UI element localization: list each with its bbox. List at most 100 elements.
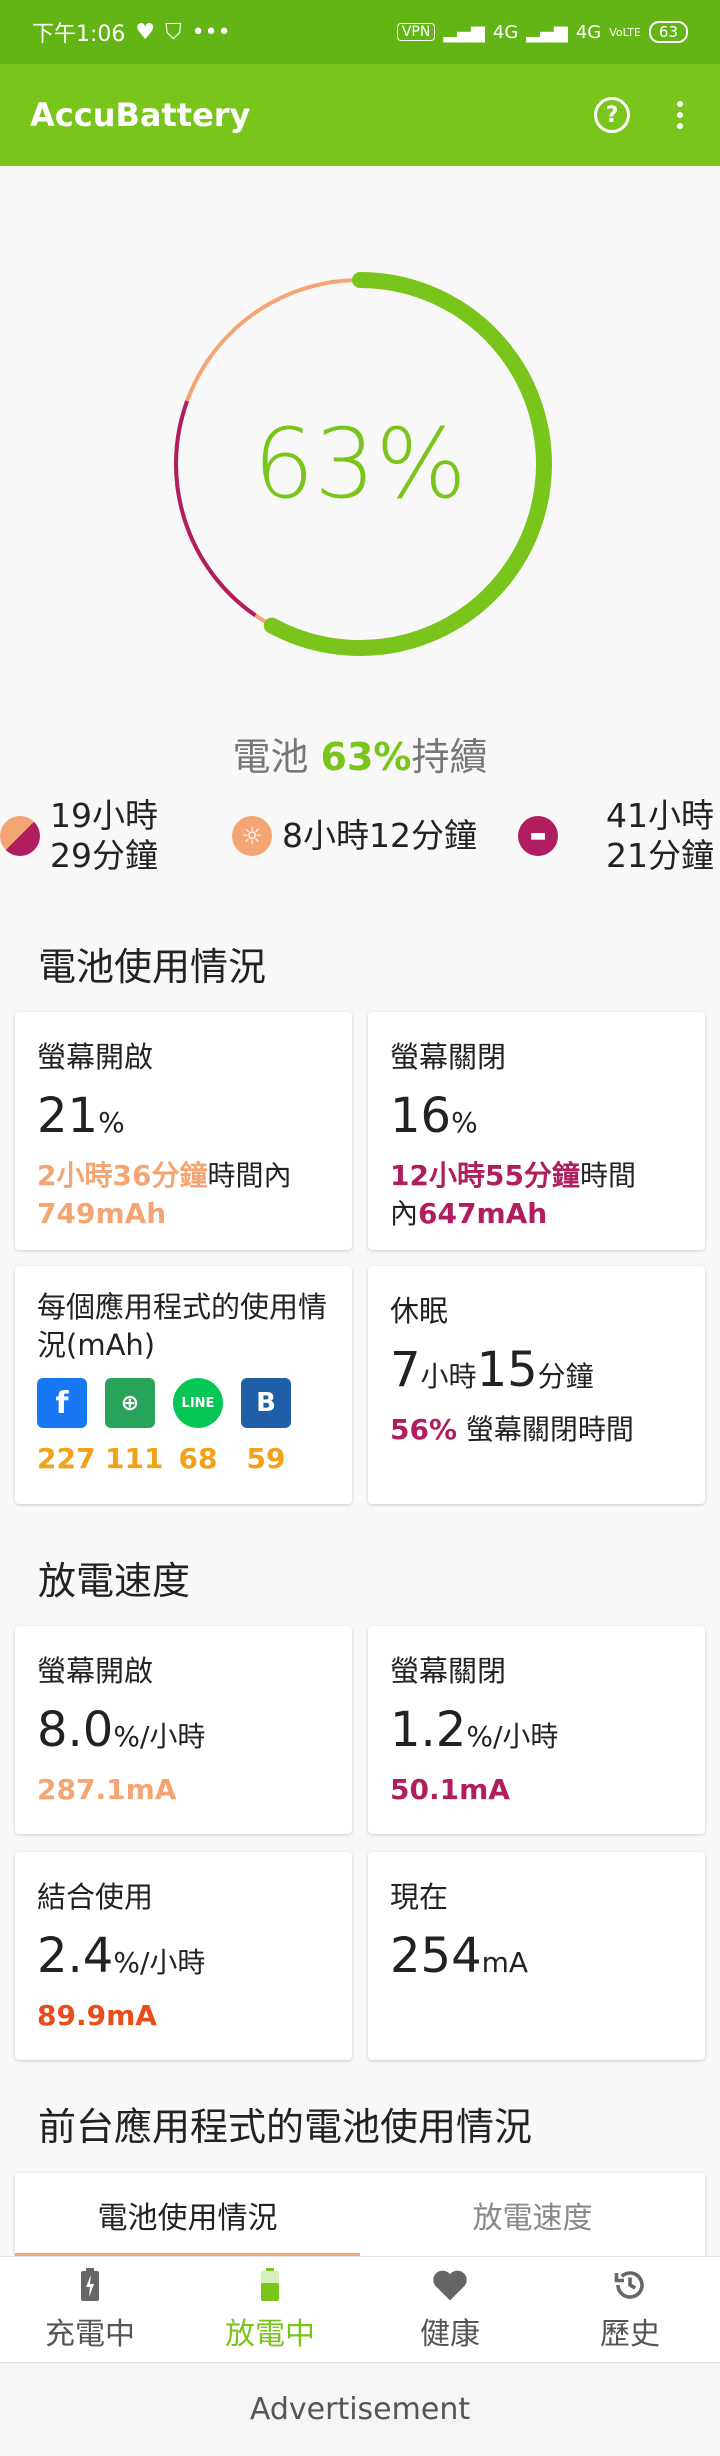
app-count: 68	[178, 1442, 218, 1475]
nav-history-label: 歷史	[600, 2316, 660, 2352]
shield-icon: ⛉	[165, 19, 182, 45]
usage-screen-off-detail: 12小時55分鐘時間 內647mAh	[390, 1157, 683, 1233]
usage-screen-on-within: 時間內	[207, 1159, 292, 1192]
facebook-icon: f	[37, 1378, 87, 1428]
speed-now-value: 254	[390, 1928, 482, 1984]
speed-now-value-row: 254mA	[390, 1928, 683, 1991]
usage-screen-off-within-1: 時間	[579, 1159, 636, 1192]
estimate-sleep-line1: 41小時	[606, 796, 714, 835]
app-bar: AccuBattery ?	[0, 64, 720, 166]
more-options-icon[interactable]	[670, 101, 690, 129]
usage-screen-off-value-row: 16%	[390, 1088, 683, 1151]
ptt-app-icon: ⊕	[105, 1378, 155, 1428]
sleep-hours: 7	[390, 1342, 421, 1398]
nav-charging[interactable]: 充電中	[0, 2257, 180, 2362]
volte-label: VoLTE	[609, 25, 641, 39]
sleep-value-row: 7小時15分鐘	[390, 1342, 683, 1405]
network-label-1: 4G	[492, 21, 519, 43]
battery-lasts-prefix: 電池	[232, 735, 321, 779]
battery-icon: 63	[648, 21, 688, 43]
speed-screen-off-ma: 50.1mA	[390, 1773, 510, 1806]
card-label: 休眠	[390, 1294, 449, 1328]
tab-discharge-speed[interactable]: 放電速度	[360, 2173, 705, 2256]
bed-icon: ▬	[518, 816, 558, 856]
usage-screen-on-value: 21	[37, 1088, 99, 1144]
card-label: 螢幕開啟	[37, 1040, 154, 1074]
card-label: 每個應用程式的使用情況(mAh)	[37, 1290, 328, 1362]
history-icon	[612, 2267, 648, 2303]
app-count: 59	[246, 1442, 286, 1475]
more-notifications-icon: •••	[191, 19, 231, 45]
card-label: 螢幕關閉	[390, 1040, 507, 1074]
status-bar: 下午1:06 ♥ ⛉ ••• VPN ▂▄▆ 4G ▂▄▆ 4G VoLTE 6…	[0, 0, 720, 64]
card-label: 結合使用	[37, 1880, 154, 1914]
foreground-usage-title: 前台應用程式的電池使用情況	[38, 2105, 533, 2149]
speed-screen-on-value: 8.0	[37, 1702, 114, 1758]
usage-screen-off-value: 16	[390, 1088, 452, 1144]
status-time: 下午1:06	[32, 22, 126, 47]
advertisement-bar[interactable]: Advertisement	[0, 2362, 720, 2456]
signal-icon: ▂▄▆	[443, 21, 485, 43]
usage-screen-off-unit: %	[451, 1106, 478, 1139]
usage-screen-on-detail: 2小時36分鐘時間內 749mAh	[37, 1157, 330, 1233]
main-content: 63% 電池 63%持續 19小時 29分鐘 ☼ 8小時12分鐘 ▬ 41小時 …	[0, 166, 720, 2256]
nav-health[interactable]: 健康	[360, 2257, 540, 2362]
app-title: AccuBattery	[30, 96, 251, 134]
speed-screen-on-value-row: 8.0%/小時	[37, 1702, 330, 1765]
speed-combined-value: 2.4	[37, 1928, 114, 1984]
battery-lasts-suffix: 持續	[411, 735, 488, 779]
estimate-combined-line2: 29分鐘	[50, 836, 158, 875]
heart-icon	[431, 2267, 469, 2303]
help-icon[interactable]: ?	[594, 97, 630, 133]
charging-battery-icon	[80, 2267, 100, 2303]
card-sleep[interactable]: 休眠 7小時15分鐘 56% 螢幕關閉時間	[368, 1266, 705, 1504]
speed-now-unit: mA	[481, 1946, 529, 1979]
nav-discharging[interactable]: 放電中	[180, 2257, 360, 2362]
usage-screen-off-duration: 12小時55分鐘	[390, 1159, 580, 1192]
nav-health-label: 健康	[420, 2316, 480, 2352]
battery-lasts: 電池 63%持續	[0, 726, 720, 781]
sleep-pct-desc: 螢幕關閉時間	[457, 1413, 634, 1446]
advertisement-label: Advertisement	[249, 2392, 471, 2427]
usage-screen-off-mah: 647mAh	[418, 1197, 548, 1230]
speed-screen-off-value: 1.2	[390, 1702, 467, 1758]
card-usage-screen-on[interactable]: 螢幕開啟 21% 2小時36分鐘時間內 749mAh	[15, 1012, 352, 1250]
vpn-badge: VPN	[396, 23, 436, 41]
card-per-app-usage[interactable]: 每個應用程式的使用情況(mAh) f ⊕ LINE B 227 111 68 5…	[15, 1266, 352, 1504]
nav-discharging-label: 放電中	[225, 2316, 315, 2352]
app-count: 111	[105, 1442, 164, 1475]
card-speed-screen-on[interactable]: 螢幕開啟 8.0%/小時 287.1mA	[15, 1626, 352, 1834]
sleep-detail: 56% 螢幕關閉時間	[390, 1411, 683, 1449]
speed-screen-on-ma: 287.1mA	[37, 1773, 177, 1806]
speed-screen-off-unit: %/小時	[466, 1720, 559, 1753]
card-label: 現在	[390, 1880, 449, 1914]
card-speed-screen-off[interactable]: 螢幕關閉 1.2%/小時 50.1mA	[368, 1626, 705, 1834]
estimate-screen-on: ☼ 8小時12分鐘	[232, 816, 477, 856]
tab-battery-usage[interactable]: 電池使用情況	[15, 2173, 360, 2256]
app-count: 227	[37, 1442, 96, 1475]
speed-screen-on-unit: %/小時	[113, 1720, 206, 1753]
speed-combined-ma: 89.9mA	[37, 1999, 157, 2032]
usage-screen-on-unit: %	[98, 1106, 125, 1139]
bluetooth-app-icon: B	[241, 1378, 291, 1428]
gauge-percent: 63%	[253, 408, 467, 520]
estimate-combined-line1: 19小時	[50, 796, 158, 835]
card-speed-combined[interactable]: 結合使用 2.4%/小時 89.9mA	[15, 1852, 352, 2060]
sleep-minutes: 15	[476, 1342, 538, 1398]
estimate-sleep: ▬ 41小時 21分鐘	[518, 796, 714, 876]
nav-history[interactable]: 歷史	[540, 2257, 720, 2362]
discharging-battery-icon	[260, 2267, 280, 2303]
estimates-row: 19小時 29分鐘 ☼ 8小時12分鐘 ▬ 41小時 21分鐘	[0, 796, 720, 876]
heart-icon: ♥	[135, 19, 156, 45]
card-usage-screen-off[interactable]: 螢幕關閉 16% 12小時55分鐘時間 內647mAh	[368, 1012, 705, 1250]
estimate-sleep-line2: 21分鐘	[606, 836, 714, 875]
battery-usage-title: 電池使用情況	[38, 945, 267, 989]
card-speed-now[interactable]: 現在 254mA	[368, 1852, 705, 2060]
card-label: 螢幕開啟	[37, 1654, 154, 1688]
battery-lasts-percent: 63%	[320, 735, 412, 779]
estimate-combined: 19小時 29分鐘	[0, 796, 158, 876]
speed-combined-unit: %/小時	[113, 1946, 206, 1979]
app-counts-row: 227 111 68 59	[37, 1442, 330, 1475]
sun-icon: ☼	[232, 816, 272, 856]
speed-screen-off-value-row: 1.2%/小時	[390, 1702, 683, 1765]
